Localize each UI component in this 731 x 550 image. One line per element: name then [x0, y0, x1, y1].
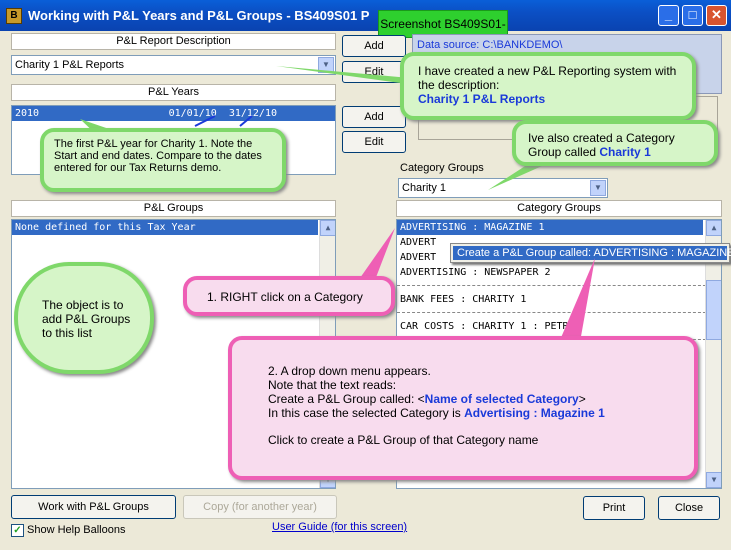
callout-new-system-name: Charity 1 P&L Reports: [418, 92, 546, 106]
minimize-button[interactable]: _: [658, 5, 679, 26]
callout-right-click: 1. RIGHT click on a Category: [183, 276, 395, 316]
category-row[interactable]: CAR COSTS : CHARITY 1 : PETROL: [397, 319, 721, 334]
app-icon: B: [6, 8, 22, 24]
callout-dropdown-line3a: Create a P&L Group called: <: [268, 392, 425, 406]
pl-year-row[interactable]: 2010 01/01/10 31/12/10: [12, 106, 335, 121]
work-with-groups-button[interactable]: Work with P&L Groups: [11, 495, 176, 519]
callout-dropdown-line1: 2. A drop down menu appears.: [268, 364, 431, 378]
scroll-up-icon[interactable]: ▲: [320, 220, 335, 236]
scroll-down-icon[interactable]: ▼: [706, 472, 721, 488]
report-description-label: P&L Report Description: [11, 33, 336, 50]
pl-groups-label: P&L Groups: [11, 200, 336, 217]
category-groups-select[interactable]: Charity 1 ▼: [398, 178, 608, 198]
context-menu-create-group[interactable]: Create a P&L Group called: ADVERTISING :…: [453, 246, 731, 260]
callout-dropdown-line3c: >: [578, 392, 586, 406]
callout-object: The object is to add P&L Groups to this …: [14, 262, 154, 374]
list-separator: [397, 312, 721, 314]
report-description-select[interactable]: Charity 1 P&L Reports ▼: [11, 55, 336, 75]
callout-dropdown-line5: Click to create a P&L Group of that Cate…: [268, 433, 539, 447]
callout-category-group-name: Charity 1: [599, 145, 651, 159]
show-help-label: Show Help Balloons: [27, 524, 126, 536]
pl-year-value: 2010: [15, 108, 40, 119]
show-help-checkbox[interactable]: ✓: [11, 524, 24, 537]
category-row[interactable]: ADVERTISING : NEWSPAPER 2: [397, 265, 721, 280]
report-description-value: Charity 1 P&L Reports: [15, 59, 125, 71]
callout-first-year: The first P&L year for Charity 1. Note t…: [40, 128, 286, 192]
callout-category-group: Ive also created a Category Group called…: [512, 120, 718, 166]
category-groups-select-label: Category Groups: [400, 162, 484, 174]
category-row[interactable]: ADVERTISING : MAGAZINE 1: [397, 220, 703, 235]
callout-dropdown: 2. A drop down menu appears. Note that t…: [228, 336, 698, 480]
scroll-thumb[interactable]: [706, 280, 721, 340]
chevron-down-icon[interactable]: ▼: [318, 57, 334, 73]
copy-year-button[interactable]: Copy (for another year): [183, 495, 337, 519]
callout-new-system: I have created a new P&L Reporting syste…: [400, 52, 696, 120]
callout-dropdown-line2: Note that the text reads:: [268, 378, 397, 392]
close-window-button[interactable]: ✕: [706, 5, 727, 26]
pointer-right-click: [360, 228, 395, 280]
year-edit-button[interactable]: Edit: [342, 131, 406, 153]
report-add-button[interactable]: Add: [342, 35, 406, 57]
pl-years-label: P&L Years: [11, 84, 336, 101]
context-menu[interactable]: Create a P&L Group called: ADVERTISING :…: [450, 243, 731, 263]
scroll-up-icon[interactable]: ▲: [706, 220, 721, 236]
category-row[interactable]: BANK FEES : CHARITY 1: [397, 292, 721, 307]
report-edit-button[interactable]: Edit: [342, 61, 406, 83]
callout-new-system-text: I have created a new P&L Reporting syste…: [418, 64, 677, 92]
year-add-button[interactable]: Add: [342, 106, 406, 128]
chevron-down-icon[interactable]: ▼: [590, 180, 606, 196]
callout-dropdown-line3b: Name of selected Category: [424, 392, 579, 406]
close-button[interactable]: Close: [658, 496, 720, 520]
category-groups-select-value: Charity 1: [402, 182, 447, 194]
data-source-text: Data source: C:\BANKDEMO\: [417, 39, 563, 51]
user-guide-link[interactable]: User Guide (for this screen): [272, 521, 407, 533]
list-separator: [397, 285, 721, 287]
callout-dropdown-line4a: In this case the selected Category is: [268, 406, 465, 420]
window-title: Working with P&L Years and P&L Groups - …: [28, 8, 370, 23]
title-bar: B Working with P&L Years and P&L Groups …: [0, 0, 731, 31]
pl-year-dates: 01/01/10 31/12/10: [168, 108, 277, 119]
maximize-button[interactable]: □: [682, 5, 703, 26]
category-groups-label: Category Groups: [396, 200, 722, 217]
callout-dropdown-line4b: Advertising : Magazine 1: [464, 406, 605, 420]
pl-group-row[interactable]: None defined for this Tax Year: [12, 220, 318, 235]
print-button[interactable]: Print: [583, 496, 645, 520]
